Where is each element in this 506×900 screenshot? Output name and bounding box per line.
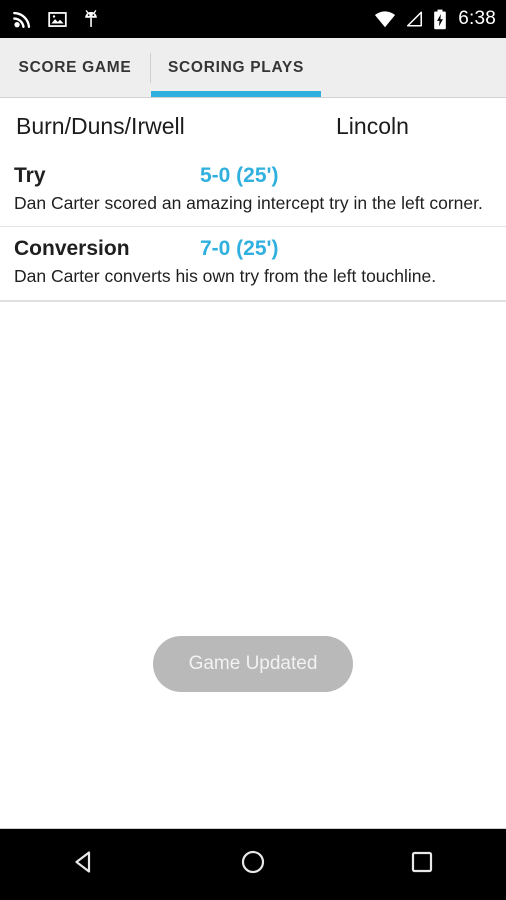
status-bar-left-icons — [12, 8, 101, 30]
tab-bar: SCORE GAME SCORING PLAYS — [0, 38, 506, 98]
screenshot-image-icon — [47, 9, 68, 30]
home-team-name: Burn/Duns/Irwell — [16, 112, 185, 139]
scoring-play-type: Conversion — [14, 237, 130, 261]
battery-charging-icon — [433, 9, 447, 30]
tab-scoring-plays[interactable]: SCORING PLAYS — [151, 38, 321, 97]
recents-button[interactable] — [377, 829, 467, 900]
android-debug-icon — [81, 8, 101, 30]
recents-square-icon — [408, 848, 436, 881]
wifi-icon — [374, 10, 396, 28]
tab-score-game-label: SCORE GAME — [18, 58, 132, 76]
toast-message: Game Updated — [153, 635, 353, 692]
away-team-name: Lincoln — [336, 112, 409, 139]
status-bar-right-icons: 6:38 — [374, 8, 496, 30]
cast-rss-icon — [12, 8, 34, 30]
scoring-play-description: Dan Carter converts his own try from the… — [14, 266, 437, 287]
status-bar: 6:38 — [0, 0, 506, 38]
active-tab-indicator — [151, 91, 321, 97]
tab-score-game[interactable]: SCORE GAME — [0, 38, 150, 97]
status-bar-clock: 6:38 — [458, 8, 496, 29]
navigation-bar — [0, 828, 506, 900]
scoring-play-type: Try — [14, 164, 46, 187]
cell-signal-icon — [405, 10, 424, 28]
team-header: Burn/Duns/Irwell Lincoln — [0, 98, 506, 154]
scoring-play-header: Conversion 7-0 (25') — [14, 237, 490, 261]
tab-scoring-plays-label: SCORING PLAYS — [168, 58, 304, 76]
phone-screen: 6:38 SCORE GAME SCORING PLAYS Burn/Duns/… — [0, 0, 506, 900]
toast-message-label: Game Updated — [188, 652, 318, 674]
home-circle-icon — [239, 848, 267, 881]
scoring-play-score: 7-0 (25') — [200, 237, 279, 261]
content-area: Game Updated — [0, 301, 506, 828]
scoring-play-header: Try 5-0 (25') — [14, 164, 490, 188]
back-triangle-icon — [70, 848, 98, 881]
scoring-play-description: Dan Carter scored an amazing intercept t… — [14, 193, 483, 213]
scoring-play-row[interactable]: Try 5-0 (25') Dan Carter scored an amazi… — [0, 154, 506, 228]
scoring-play-row[interactable]: Conversion 7-0 (25') Dan Carter converts… — [0, 227, 506, 300]
scoring-plays-list: Try 5-0 (25') Dan Carter scored an amazi… — [0, 154, 506, 302]
back-button[interactable] — [39, 829, 129, 900]
home-button[interactable] — [208, 829, 298, 900]
scoring-play-score: 5-0 (25') — [200, 164, 279, 187]
tab-bar-spacer — [321, 38, 506, 97]
